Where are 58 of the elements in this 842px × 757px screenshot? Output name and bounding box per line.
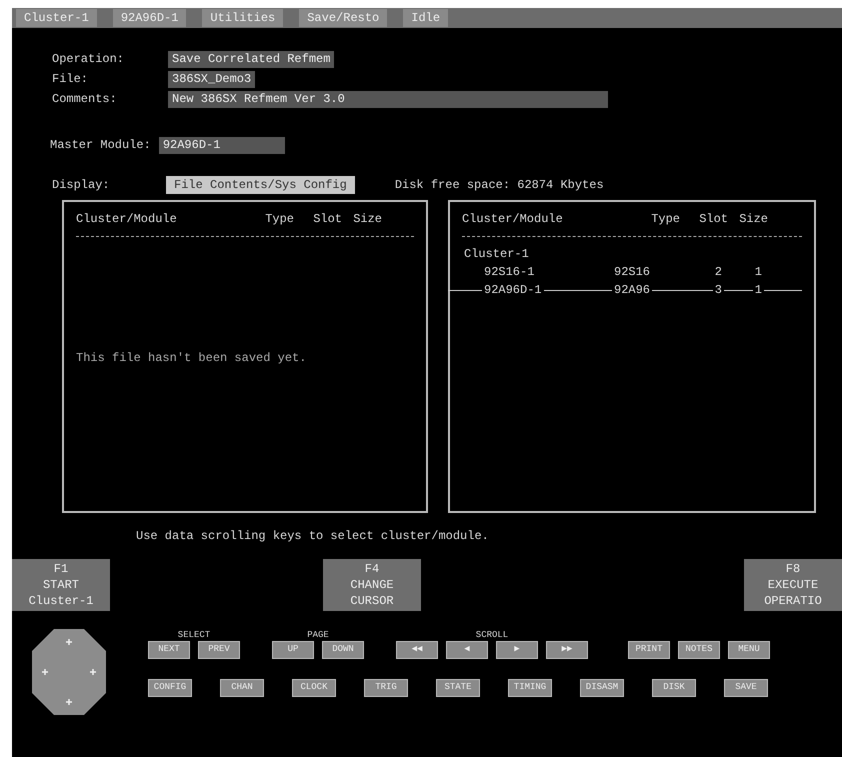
group-label: PAGE	[307, 629, 329, 641]
column-header: Slot	[313, 212, 342, 226]
function-key[interactable]: F4 CHANGE CURSOR	[323, 559, 421, 611]
table-cell-text: 92S16-1	[483, 265, 536, 279]
empty-message: This file hasn't been saved yet.	[76, 350, 306, 367]
field-label: Master Module:	[50, 137, 151, 154]
group-label: SELECT	[178, 629, 210, 641]
hint-text: Use data scrolling keys to select cluster/module.	[136, 529, 489, 543]
table-cell-text: Cluster-1	[463, 247, 530, 261]
function-key[interactable]: F8 EXECUTE OPERATIO	[744, 559, 842, 611]
menu-key[interactable]: CHAN	[220, 679, 264, 697]
column-header: Cluster/Module	[462, 212, 563, 226]
function-key[interactable]: F1 START Cluster-1	[12, 559, 110, 611]
field-label: Operation:	[52, 51, 126, 68]
menu-key[interactable]: TIMING	[508, 679, 552, 697]
status-item: 92A96D-1	[112, 9, 186, 27]
key-button[interactable]: PREV	[198, 641, 240, 659]
group-label: SCROLL	[476, 629, 508, 641]
key-button[interactable]: DOWN	[322, 641, 364, 659]
key-button[interactable]: NOTES	[678, 641, 720, 659]
status-item: Idle	[403, 9, 448, 27]
column-header: Size	[739, 212, 768, 226]
menu-key[interactable]: CLOCK	[292, 679, 336, 697]
column-header: Type	[651, 212, 680, 226]
table-cell-text: 1	[754, 265, 763, 279]
display-selector[interactable]: File Contents/Sys Config	[166, 176, 355, 194]
key-button[interactable]: ▶▶	[546, 641, 588, 659]
column-header: Slot	[699, 212, 728, 226]
field-label: File:	[52, 71, 90, 88]
key-button[interactable]: MENU	[728, 641, 770, 659]
key-button[interactable]: ◀◀	[396, 641, 438, 659]
field-value: New 386SX Refmem Ver 3.0	[168, 90, 608, 108]
menu-key[interactable]: TRIG	[364, 679, 408, 697]
status-item: Cluster-1	[16, 9, 97, 27]
field-label: Display:	[52, 177, 111, 194]
column-header: Type	[265, 212, 294, 226]
field-value: 386SX_Demo3	[168, 70, 256, 88]
field-label: Comments:	[52, 91, 118, 108]
status-item: Utilities	[202, 9, 284, 27]
field-value: 92A96D-1	[158, 136, 285, 154]
menu-key[interactable]: CONFIG	[148, 679, 192, 697]
menu-key[interactable]: DISASM	[580, 679, 624, 697]
key-button[interactable]: ▶	[496, 641, 538, 659]
disk-free-text: Disk free space: 62874 Kbytes	[394, 177, 604, 194]
column-header: Size	[353, 212, 382, 226]
table-cell-text: 2	[714, 265, 723, 279]
column-header: Cluster/Module	[76, 212, 177, 226]
key-button[interactable]: PRINT	[628, 641, 670, 659]
status-item: Save/Resto	[299, 9, 388, 27]
menu-key[interactable]: DISK	[652, 679, 696, 697]
key-button[interactable]: NEXT	[148, 641, 190, 659]
direction-pad[interactable]	[32, 629, 106, 715]
key-button[interactable]: UP	[272, 641, 314, 659]
field-value: Save Correlated Refmem	[168, 50, 334, 68]
key-button[interactable]: ◀	[446, 641, 488, 659]
menu-key[interactable]: SAVE	[724, 679, 768, 697]
table-cell-text: 92S16	[613, 265, 652, 279]
menu-key[interactable]: STATE	[436, 679, 480, 697]
